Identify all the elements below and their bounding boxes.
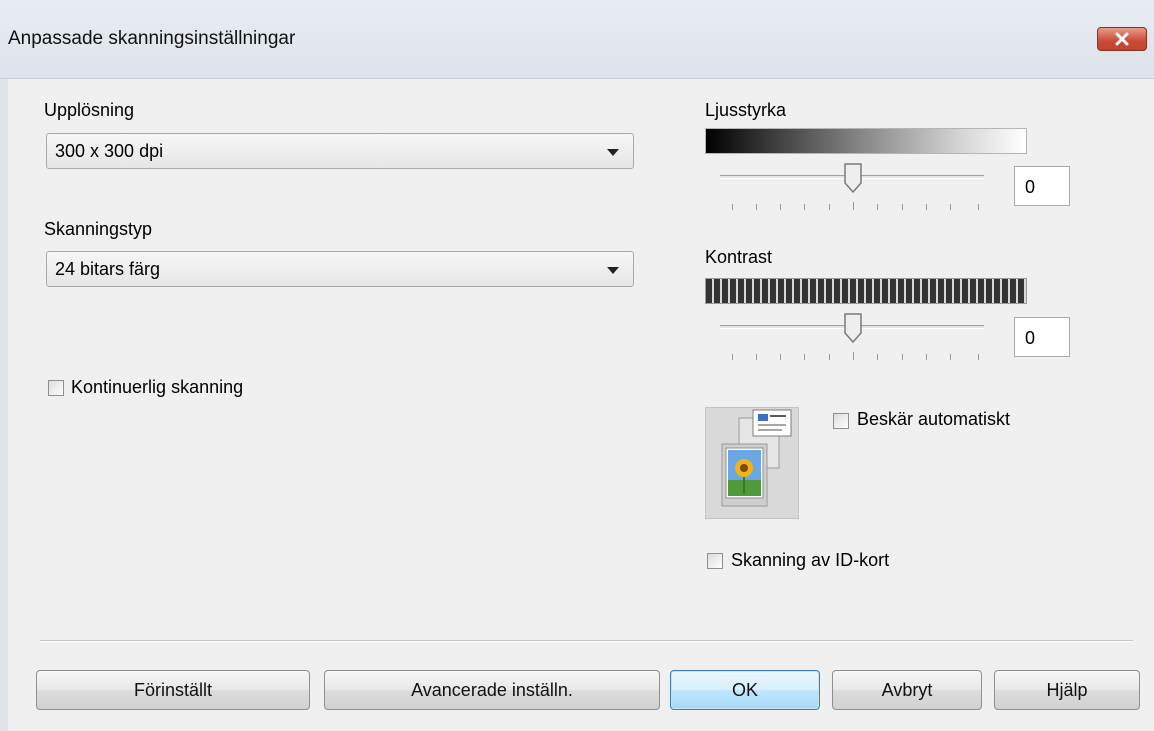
continuous-scan-label: Kontinuerlig skanning — [71, 377, 244, 397]
contrast-label: Kontrast — [705, 247, 773, 267]
window-title: Anpassade skanningsinställningar — [8, 28, 296, 49]
cancel-button[interactable]: Avbryt — [832, 670, 982, 710]
ok-button[interactable]: OK — [670, 670, 820, 710]
brightness-tick — [756, 204, 757, 210]
brightness-tick — [950, 204, 951, 210]
documents-photo-icon — [721, 409, 792, 507]
brightness-tick — [804, 204, 805, 210]
scan-type-value: 24 bitars färg — [55, 259, 161, 279]
default-button[interactable]: Förinställt — [36, 670, 310, 710]
contrast-tick — [829, 354, 830, 360]
brightness-tick — [978, 204, 979, 210]
contrast-tick — [950, 354, 951, 360]
scan-type-dropdown[interactable]: 24 bitars färg — [46, 251, 634, 287]
contrast-tick — [978, 354, 979, 360]
brightness-value-input[interactable]: 0 — [1014, 166, 1070, 206]
resolution-dropdown[interactable]: 300 x 300 dpi — [46, 133, 634, 169]
advanced-settings-button[interactable]: Avancerade inställn. — [324, 670, 660, 710]
close-icon — [1115, 32, 1129, 46]
brightness-gradient — [705, 128, 1027, 154]
auto-crop-preview — [705, 407, 799, 519]
brightness-tick — [829, 204, 830, 210]
brightness-slider-thumb[interactable] — [843, 163, 863, 193]
contrast-slider-thumb[interactable] — [843, 313, 863, 343]
help-button[interactable]: Hjälp — [994, 670, 1140, 710]
contrast-pattern — [705, 278, 1027, 304]
chevron-down-icon — [607, 267, 619, 274]
chevron-down-icon — [607, 149, 619, 156]
contrast-tick — [877, 354, 878, 360]
auto-crop-checkbox[interactable] — [833, 413, 849, 429]
id-card-scan-checkbox[interactable] — [707, 553, 723, 569]
contrast-value: 0 — [1025, 328, 1036, 348]
resolution-value: 300 x 300 dpi — [55, 141, 164, 161]
contrast-tick — [732, 354, 733, 360]
brightness-tick — [780, 204, 781, 210]
contrast-tick — [853, 352, 854, 360]
brightness-label: Ljusstyrka — [705, 100, 787, 120]
contrast-value-input[interactable]: 0 — [1014, 317, 1070, 357]
continuous-scan-checkbox[interactable] — [48, 380, 64, 396]
contrast-tick — [804, 354, 805, 360]
close-button[interactable] — [1097, 27, 1147, 51]
scan-type-label: Skanningstyp — [44, 219, 153, 239]
separator — [40, 640, 1133, 642]
contrast-tick — [780, 354, 781, 360]
brightness-tick — [853, 202, 854, 210]
contrast-tick — [902, 354, 903, 360]
contrast-tick — [756, 354, 757, 360]
brightness-tick — [926, 204, 927, 210]
id-card-scan-label: Skanning av ID-kort — [731, 550, 890, 570]
brightness-tick — [902, 204, 903, 210]
brightness-tick — [877, 204, 878, 210]
brightness-tick — [732, 204, 733, 210]
contrast-tick — [926, 354, 927, 360]
auto-crop-label: Beskär automatiskt — [857, 409, 1011, 429]
resolution-label: Upplösning — [44, 100, 135, 120]
title-bar: Anpassade skanningsinställningar — [0, 0, 1154, 79]
brightness-value: 0 — [1025, 177, 1036, 197]
